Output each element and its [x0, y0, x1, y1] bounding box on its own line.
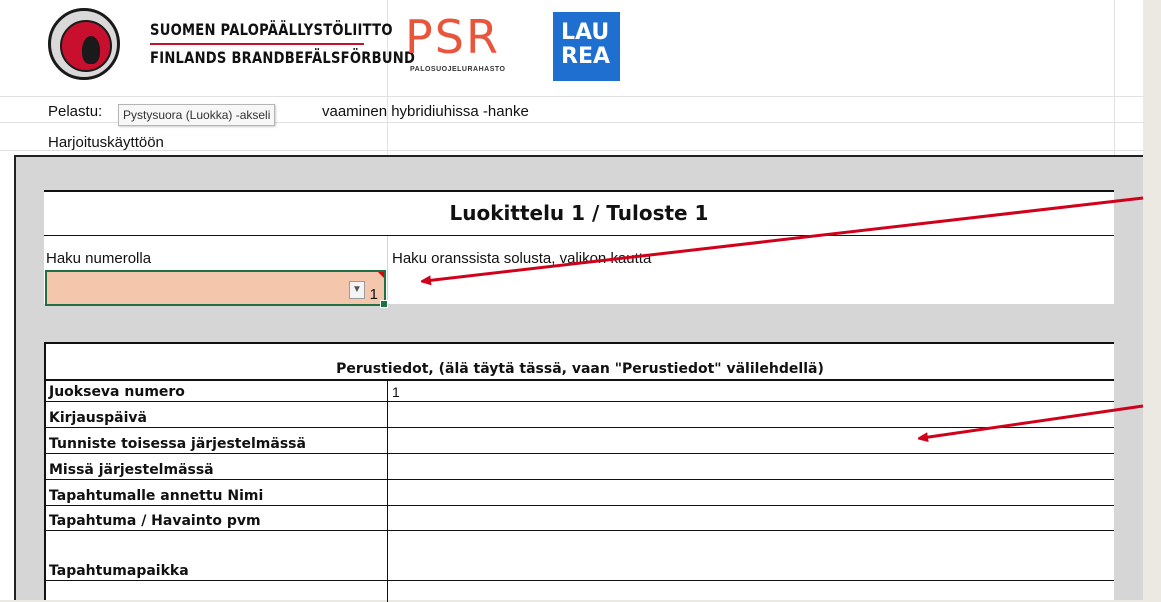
number-input-value: 1 [369, 286, 378, 303]
org-name-divider [150, 43, 364, 45]
table-row[interactable]: Missä järjestelmässä [46, 454, 1114, 480]
table-row[interactable]: Juokseva numero 1 [46, 381, 1114, 402]
cell-project-prefix[interactable]: Pelastu: [48, 103, 102, 120]
classification-table: Luokittelu 1 / Tuloste 1 Haku numerolla … [44, 190, 1114, 308]
gridline [0, 150, 1143, 151]
fill-handle[interactable] [380, 300, 388, 308]
search-by-dropdown-label: Haku oranssista solusta, valikon kautta [392, 250, 652, 267]
laurea-logo: LAU REA [553, 12, 620, 81]
laurea-logo-line1: LAU [561, 20, 610, 45]
table-row[interactable]: Tapahtuma / Havainto pvm [46, 506, 1114, 531]
row-label: Tapahtuma / Havainto pvm [49, 513, 261, 529]
org-name-finnish: SUOMEN PALOPÄÄLLYSTÖLIITTO [150, 20, 393, 39]
cell-training-use[interactable]: Harjoituskäyttöön [48, 134, 164, 151]
psr-logo-subtitle: PALOSUOJELURAHASTO [410, 66, 506, 73]
table-row[interactable]: Tapahtumalle annettu Nimi [46, 480, 1114, 506]
basic-info-header: Perustiedot, (älä täytä tässä, vaan "Per… [46, 344, 1114, 381]
psr-logo: PSR [405, 10, 500, 64]
basic-info-header-text: Perustiedot, (älä täytä tässä, vaan "Per… [336, 361, 824, 377]
row-label: Missä järjestelmässä [49, 462, 214, 478]
spl-emblem-logo [48, 8, 120, 80]
axis-tooltip: Pystysuora (Luokka) -akseli [118, 104, 276, 126]
table-row[interactable]: Tunniste toisessa järjestelmässä [46, 428, 1114, 454]
window-edge [1143, 0, 1161, 600]
basic-info-table: Perustiedot, (älä täytä tässä, vaan "Per… [44, 342, 1114, 602]
laurea-logo-line2: REA [561, 44, 610, 69]
number-input-cell[interactable]: 1 [45, 270, 388, 308]
cell-project-suffix[interactable]: vaaminen hybridiuhissa -hanke [322, 103, 529, 120]
row-label: Kirjauspäivä [49, 410, 147, 426]
table-row[interactable]: Kirjauspäivä [46, 402, 1114, 428]
chevron-down-icon: ▼ [352, 284, 362, 295]
org-name-swedish: FINLANDS BRANDBEFÄLSFÖRBUND [150, 48, 416, 67]
comment-indicator-icon [378, 272, 384, 278]
row-label: Tapahtumalle annettu Nimi [49, 488, 264, 504]
row-label: Tunniste toisessa järjestelmässä [49, 436, 306, 452]
table-title-bar: Luokittelu 1 / Tuloste 1 [44, 192, 1114, 236]
search-by-number-label: Haku numerolla [46, 250, 152, 267]
row-value: 1 [392, 384, 400, 400]
gridline [0, 96, 1143, 97]
row-label: Juokseva numero [49, 384, 185, 400]
table-row[interactable] [46, 581, 1114, 602]
table-row[interactable]: Tapahtumapaikka [46, 531, 1114, 581]
row-label: Tapahtumapaikka [49, 563, 189, 579]
dropdown-arrow-button[interactable]: ▼ [349, 281, 365, 299]
column-separator [387, 236, 388, 306]
table-title: Luokittelu 1 / Tuloste 1 [449, 201, 709, 225]
